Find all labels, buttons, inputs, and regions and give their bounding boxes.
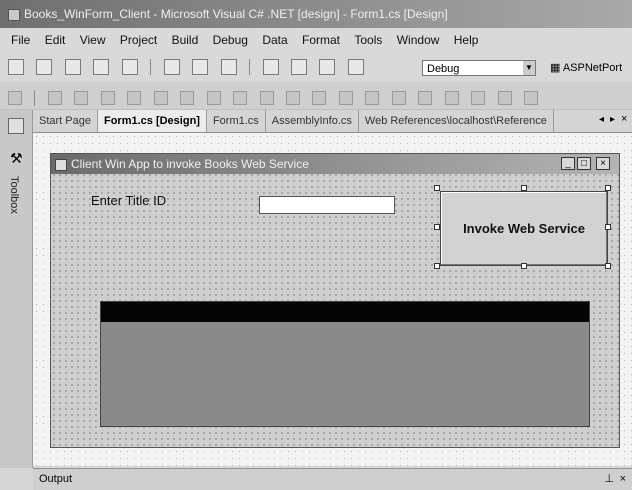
- paste-icon[interactable]: [220, 58, 237, 75]
- make-same-size-icon[interactable]: [259, 90, 274, 105]
- menu-bar: File Edit View Project Build Debug Data …: [0, 28, 632, 52]
- align-tops-icon[interactable]: [127, 90, 142, 105]
- title-id-input[interactable]: [259, 196, 395, 214]
- output-panel-bar[interactable]: Output ⊥ ×: [33, 468, 632, 490]
- menu-view[interactable]: View: [80, 28, 106, 52]
- configuration-value: Debug: [427, 63, 460, 75]
- menu-tools[interactable]: Tools: [354, 28, 382, 52]
- form-icon: [55, 158, 67, 171]
- align-centers-icon[interactable]: [74, 90, 89, 105]
- tab-form1-design[interactable]: Form1.cs [Design]: [97, 110, 207, 132]
- redo-icon[interactable]: [290, 58, 307, 75]
- size-to-grid-icon[interactable]: [285, 90, 300, 105]
- undo-icon[interactable]: [262, 58, 279, 75]
- open-file-icon[interactable]: [64, 58, 81, 75]
- tab-assemblyinfo[interactable]: AssemblyInfo.cs: [266, 110, 359, 132]
- resize-handle[interactable]: [605, 224, 611, 230]
- project-combo[interactable]: ▦ ASPNetPort: [550, 60, 632, 76]
- decrease-spacing-icon[interactable]: [365, 90, 380, 105]
- resize-handle[interactable]: [434, 263, 440, 269]
- navigate-icon[interactable]: [319, 58, 336, 75]
- menu-debug[interactable]: Debug: [213, 28, 248, 52]
- tab-form1-cs[interactable]: Form1.cs: [207, 110, 266, 132]
- resize-handle[interactable]: [434, 185, 440, 191]
- find-icon: ▦: [550, 62, 563, 74]
- menu-project[interactable]: Project: [120, 28, 157, 52]
- horizontal-spacing-icon[interactable]: [312, 90, 327, 105]
- resize-handle[interactable]: [605, 263, 611, 269]
- close-button[interactable]: ×: [596, 157, 610, 170]
- resize-handle[interactable]: [434, 224, 440, 230]
- add-item-icon[interactable]: [36, 58, 53, 75]
- tab-scroll-left-icon[interactable]: ◂: [599, 114, 604, 125]
- toolbox-icon: ⚒: [10, 150, 23, 166]
- tab-start-page[interactable]: Start Page: [33, 110, 98, 132]
- increase-spacing-icon[interactable]: [338, 90, 353, 105]
- menu-format[interactable]: Format: [302, 28, 340, 52]
- invoke-web-service-button[interactable]: Invoke Web Service: [440, 191, 608, 266]
- align-middles-icon[interactable]: [153, 90, 168, 105]
- toolbar-separator: [34, 89, 36, 106]
- server-explorer-icon[interactable]: [8, 118, 24, 134]
- cut-icon[interactable]: [163, 58, 180, 75]
- menu-help[interactable]: Help: [454, 28, 479, 52]
- project-value: ASPNetPort: [562, 62, 623, 74]
- ide-title-bar: Books_WinForm_Client - Microsoft Visual …: [0, 0, 632, 28]
- solution-configuration-select[interactable]: Debug ▼: [422, 60, 536, 76]
- menu-file[interactable]: File: [11, 28, 30, 52]
- resize-handle[interactable]: [521, 185, 527, 191]
- close-tab-icon[interactable]: ×: [621, 113, 627, 125]
- layout-toolbar: [0, 82, 632, 110]
- minimize-button[interactable]: _: [561, 157, 575, 170]
- form-title-text: Client Win App to invoke Books Web Servi…: [71, 157, 309, 171]
- make-same-height-icon[interactable]: [233, 90, 248, 105]
- resize-handle[interactable]: [605, 185, 611, 191]
- menu-window[interactable]: Window: [397, 28, 440, 52]
- new-project-icon[interactable]: [8, 58, 24, 75]
- remove-spacing-icon[interactable]: [391, 90, 406, 105]
- toolbox-label: Toolbox: [8, 176, 20, 214]
- align-to-grid-icon[interactable]: [8, 90, 22, 105]
- toolbar-separator: [150, 58, 152, 75]
- chevron-down-icon[interactable]: ▼: [523, 61, 535, 75]
- tab-web-references[interactable]: Web References\localhost\Reference: [359, 110, 554, 132]
- copy-icon[interactable]: [192, 58, 209, 75]
- toolbar-separator: [249, 58, 251, 75]
- output-label: Output: [39, 473, 73, 485]
- resize-handle[interactable]: [521, 263, 527, 269]
- align-lefts-icon[interactable]: [47, 90, 62, 105]
- form-title-bar[interactable]: Client Win App to invoke Books Web Servi…: [51, 154, 619, 174]
- pin-icon[interactable]: ⊥: [604, 469, 614, 489]
- designed-form[interactable]: Client Win App to invoke Books Web Servi…: [50, 153, 620, 448]
- start-debug-icon[interactable]: [347, 58, 364, 75]
- vertical-spacing-icon[interactable]: [418, 90, 433, 105]
- data-grid[interactable]: [100, 301, 590, 427]
- ide-title-text: Books_WinForm_Client - Microsoft Visual …: [24, 7, 448, 21]
- vs-app-icon: [8, 8, 20, 21]
- menu-edit[interactable]: Edit: [45, 28, 66, 52]
- data-grid-caption: [101, 302, 589, 322]
- align-bottoms-icon[interactable]: [180, 90, 195, 105]
- maximize-button[interactable]: □: [577, 157, 591, 170]
- align-rights-icon[interactable]: [100, 90, 115, 105]
- send-to-back-icon[interactable]: [524, 90, 539, 105]
- close-icon[interactable]: ×: [620, 469, 626, 489]
- save-all-icon[interactable]: [121, 58, 138, 75]
- menu-data[interactable]: Data: [262, 28, 287, 52]
- standard-toolbar: [0, 52, 632, 83]
- toolbox-tab[interactable]: ⚒ Toolbox: [8, 140, 26, 260]
- center-vertically-icon[interactable]: [471, 90, 486, 105]
- title-id-label[interactable]: Enter Title ID: [91, 193, 166, 208]
- center-horizontally-icon[interactable]: [444, 90, 459, 105]
- document-tabs: Start Page Form1.cs [Design] Form1.cs Assem…: [33, 110, 632, 133]
- make-same-width-icon[interactable]: [206, 90, 221, 105]
- bring-to-front-icon[interactable]: [497, 90, 512, 105]
- menu-build[interactable]: Build: [172, 28, 199, 52]
- save-icon[interactable]: [93, 58, 110, 75]
- tab-scroll-right-icon[interactable]: ▸: [610, 114, 615, 125]
